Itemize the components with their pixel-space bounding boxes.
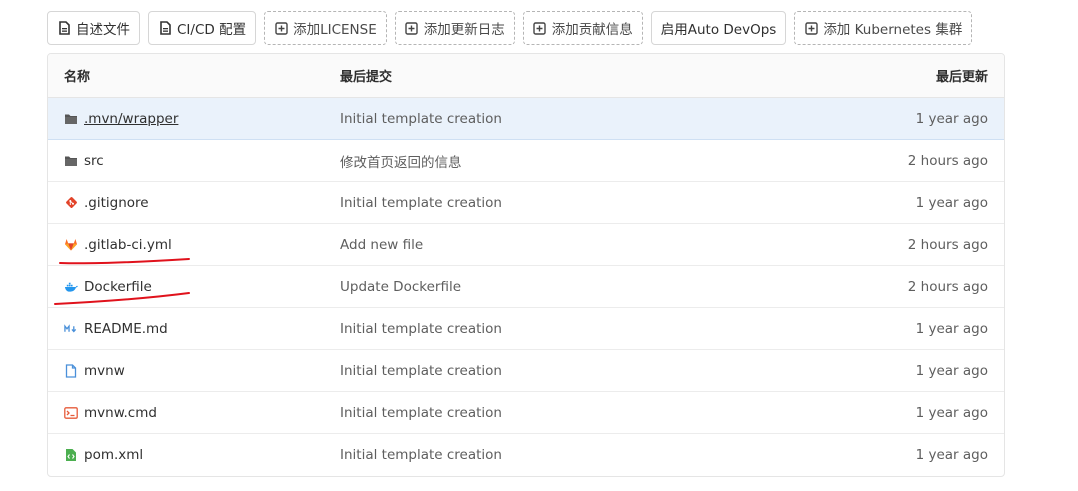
table-row[interactable]: .mvn/wrapper Initial template creation 1…	[48, 98, 1004, 140]
commit-message-link[interactable]: Add new file	[340, 237, 804, 253]
add-kubernetes-cluster-button[interactable]: 添加 Kubernetes 集群	[794, 11, 973, 45]
file-name-link[interactable]: mvnw	[84, 363, 125, 379]
folder-icon	[64, 154, 78, 168]
add-contributing-button-label: 添加贡献信息	[551, 22, 633, 38]
git-icon	[64, 196, 78, 210]
add-contributing-button[interactable]: 添加贡献信息	[522, 11, 643, 45]
docker-icon	[64, 280, 78, 294]
file-name-link[interactable]: .mvn/wrapper	[84, 111, 178, 127]
commit-message-link[interactable]: 修改首页返回的信息	[340, 151, 804, 171]
table-row[interactable]: .gitlab-ci.yml Add new file 2 hours ago	[48, 224, 1004, 266]
file-icon	[64, 363, 78, 378]
commit-message-link[interactable]: Initial template creation	[340, 405, 804, 421]
terminal-icon	[64, 406, 78, 420]
commit-message-link[interactable]: Initial template creation	[340, 195, 804, 211]
last-update-time: 1 year ago	[915, 110, 988, 127]
column-header-name: 名称	[64, 70, 91, 85]
commit-message-link[interactable]: Initial template creation	[340, 363, 804, 379]
last-update-time: 1 year ago	[915, 194, 988, 211]
column-header-last-update: 最后更新	[935, 70, 988, 85]
last-update-time: 2 hours ago	[907, 236, 988, 253]
plus-square-icon	[274, 21, 288, 35]
document-icon	[57, 21, 71, 35]
commit-message-link[interactable]: Initial template creation	[340, 321, 804, 337]
last-update-time: 2 hours ago	[907, 152, 988, 169]
commit-message-link[interactable]: Initial template creation	[340, 447, 804, 463]
gitlab-icon	[64, 238, 78, 252]
table-row[interactable]: Dockerfile Update Dockerfile 2 hours ago	[48, 266, 1004, 308]
folder-icon	[64, 112, 78, 126]
cicd-config-button-label: CI/CD 配置	[177, 22, 247, 38]
last-update-time: 1 year ago	[915, 404, 988, 421]
cicd-config-button[interactable]: CI/CD 配置	[148, 11, 257, 45]
enable-auto-devops-button[interactable]: 启用Auto DevOps	[650, 11, 787, 45]
readme-button-label: 自述文件	[76, 22, 130, 38]
add-changelog-button[interactable]: 添加更新日志	[394, 11, 515, 45]
file-name-link[interactable]: pom.xml	[84, 447, 143, 463]
table-header: 名称 最后提交 最后更新	[48, 54, 1004, 98]
file-name-link[interactable]: .gitlab-ci.yml	[84, 237, 172, 253]
repo-toolbar: 自述文件 CI/CD 配置 添加LICENSE 添加更新日志 添加贡献信息 启用…	[47, 11, 973, 45]
column-header-last-commit: 最后提交	[340, 70, 393, 85]
table-row[interactable]: pom.xml Initial template creation 1 year…	[48, 434, 1004, 476]
commit-message-link[interactable]: Initial template creation	[340, 111, 804, 127]
add-kubernetes-cluster-button-label: 添加 Kubernetes 集群	[823, 22, 963, 38]
add-license-button-label: 添加LICENSE	[293, 22, 377, 38]
add-license-button[interactable]: 添加LICENSE	[264, 11, 387, 45]
table-row[interactable]: src 修改首页返回的信息 2 hours ago	[48, 140, 1004, 182]
xml-file-icon	[64, 448, 78, 462]
document-icon	[158, 21, 172, 35]
file-name-link[interactable]: .gitignore	[84, 195, 149, 211]
file-name-link[interactable]: README.md	[84, 321, 168, 337]
file-name-link[interactable]: Dockerfile	[84, 279, 152, 295]
commit-message-link[interactable]: Update Dockerfile	[340, 279, 804, 295]
file-name-link[interactable]: mvnw.cmd	[84, 405, 157, 421]
last-update-time: 1 year ago	[915, 320, 988, 337]
table-row[interactable]: mvnw Initial template creation 1 year ag…	[48, 350, 1004, 392]
enable-auto-devops-button-label: 启用Auto DevOps	[660, 22, 777, 38]
plus-square-icon	[405, 21, 419, 35]
plus-square-icon	[804, 21, 818, 35]
file-tree-table: 名称 最后提交 最后更新 .mvn/wrapper Initial templa…	[47, 53, 1005, 477]
markdown-icon	[64, 322, 78, 336]
table-row[interactable]: mvnw.cmd Initial template creation 1 yea…	[48, 392, 1004, 434]
last-update-time: 1 year ago	[915, 362, 988, 379]
table-row[interactable]: .gitignore Initial template creation 1 y…	[48, 182, 1004, 224]
file-name-link[interactable]: src	[84, 153, 104, 169]
plus-square-icon	[533, 21, 547, 35]
add-changelog-button-label: 添加更新日志	[423, 22, 505, 38]
last-update-time: 2 hours ago	[907, 278, 988, 295]
readme-button[interactable]: 自述文件	[47, 11, 140, 45]
last-update-time: 1 year ago	[915, 447, 988, 463]
table-row[interactable]: README.md Initial template creation 1 ye…	[48, 308, 1004, 350]
